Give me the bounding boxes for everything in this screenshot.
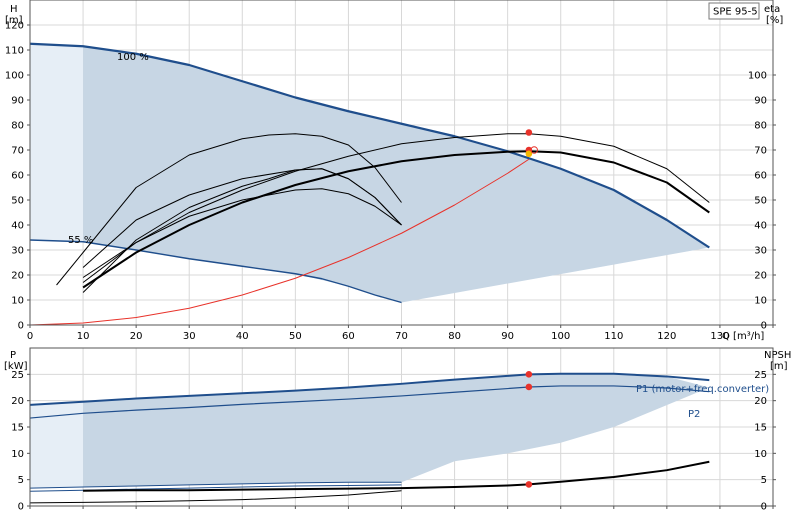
y-left-label-bottom-2: [kW] (4, 361, 28, 372)
y-left-tick-label: 80 (11, 121, 24, 132)
y-right-tick-label: 25 (754, 370, 767, 381)
y-right-tick-label: 90 (754, 96, 767, 107)
x-tick-label: 70 (395, 331, 408, 342)
y-right-tick-label: 80 (754, 121, 767, 132)
y-left-tick-label: 5 (18, 475, 24, 486)
x-tick-label: 50 (289, 331, 302, 342)
duty-point (525, 383, 533, 391)
y-right-tick-label: 100 (748, 71, 767, 82)
y-right-tick-label: 10 (754, 296, 767, 307)
y-right-tick-label: 0 (761, 321, 767, 332)
x-tick-label: 20 (130, 331, 143, 342)
y-left-tick-label: 15 (11, 423, 24, 434)
y-right-tick-label: 50 (754, 196, 767, 207)
model-badge: SPE 95-5 (713, 7, 758, 18)
y-left-tick-label: 50 (11, 196, 24, 207)
x-axis-label: Q [m³/h] (722, 331, 764, 342)
duty-point (525, 129, 533, 136)
power-operating-envelope (30, 373, 710, 489)
y-right-tick-label: 5 (761, 475, 767, 486)
y-left-tick-label: 10 (11, 449, 24, 460)
y-right-tick-label: 20 (754, 396, 767, 407)
y-right-label-top-2: [%] (766, 15, 783, 26)
duty-point (525, 481, 533, 488)
x-tick-label: 60 (342, 331, 355, 342)
y-left-label-top-2: [m] (5, 15, 23, 26)
y-right-tick-label: 10 (754, 449, 767, 460)
x-tick-label: 0 (27, 331, 33, 342)
y-right-tick-label: 70 (754, 146, 767, 157)
y-left-tick-label: 60 (11, 171, 24, 182)
y-left-tick-label: 0 (18, 502, 24, 513)
low-speed-envelope (30, 401, 84, 489)
operating-envelope (83, 373, 710, 488)
y-right-tick-label: 0 (761, 502, 767, 513)
y-left-tick-label: 100 (5, 71, 24, 82)
y-right-tick-label: 15 (754, 423, 767, 434)
y-left-tick-label: 0 (18, 321, 24, 332)
x-tick-label: 100 (551, 331, 570, 342)
y-left-tick-label: 30 (11, 246, 24, 257)
x-tick-label: 110 (604, 331, 623, 342)
head-operating-envelope (30, 43, 710, 303)
legend-p1: P1 (motor+freq.converter) (636, 384, 769, 395)
x-tick-label: 80 (448, 331, 461, 342)
y-left-tick-label: 20 (11, 271, 24, 282)
head-duty-points (525, 129, 538, 158)
x-tick-label: 120 (657, 331, 676, 342)
pump-performance-chart: 0102030405060708090100110120010203040506… (4, 0, 791, 513)
x-tick-label: 90 (501, 331, 514, 342)
y-left-tick-label: 110 (5, 46, 24, 57)
duty-point (525, 371, 533, 378)
y-left-tick-label: 90 (11, 96, 24, 107)
y-right-tick-label: 20 (754, 271, 767, 282)
low-speed-envelope (30, 43, 84, 242)
y-left-tick-label: 20 (11, 396, 24, 407)
y-right-label-bottom-1: NPSH (764, 350, 791, 361)
y-right-label-bottom-2: [m] (770, 361, 788, 372)
y-right-tick-label: 30 (754, 246, 767, 257)
annotation-100-percent: 100 % (117, 52, 149, 63)
y-left-label-bottom-1: P (10, 350, 16, 361)
series-npsh-min (29, 490, 402, 504)
annotation-55-percent: 55 % (68, 235, 93, 246)
y-left-tick-label: 10 (11, 296, 24, 307)
legend-p2: P2 (688, 409, 700, 420)
x-tick-label: 40 (236, 331, 249, 342)
operating-envelope (83, 46, 710, 303)
y-left-tick-label: 40 (11, 221, 24, 232)
y-right-tick-label: 40 (754, 221, 767, 232)
x-tick-label: 10 (77, 331, 90, 342)
y-left-tick-label: 70 (11, 146, 24, 157)
pump-curve-figure: 0 10 20 30 40 50 60 70 80 90 100 110 120 0 10 20 30 40 50 6… (0, 0, 800, 520)
y-left-label-top-1: H (10, 4, 18, 15)
y-right-tick-label: 60 (754, 171, 767, 182)
y-right-label-top-1: eta (764, 4, 780, 15)
x-tick-label: 30 (183, 331, 196, 342)
